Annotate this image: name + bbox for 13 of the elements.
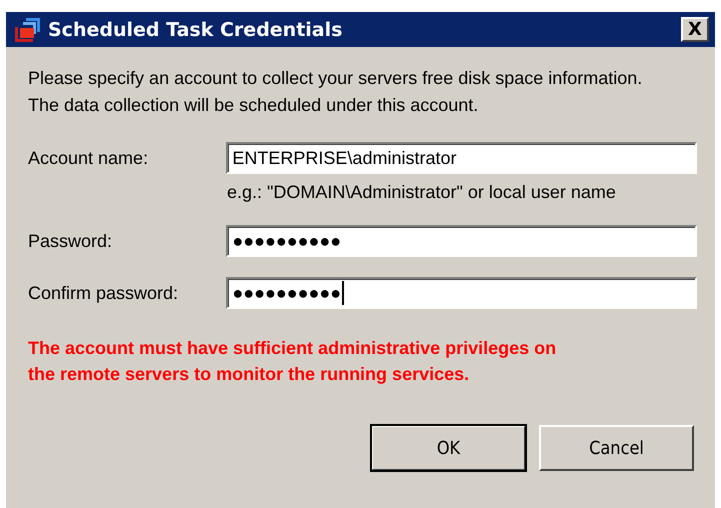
- input-field[interactable]: ●●●●●●●●●●: [226, 277, 697, 309]
- hint-text: e.g.: "DOMAIN\Administrator" or local user name: [227, 182, 617, 203]
- field-label: Password:: [28, 230, 114, 252]
- field-label: Confirm password:: [28, 282, 180, 304]
- cancel-button[interactable]: Cancel: [539, 425, 694, 471]
- ok-button[interactable]: OK: [371, 425, 526, 471]
- intro-text: Please specify an account to collect your servers free disk space information. The data collection will be scheduled under this account.: [28, 67, 644, 116]
- input-field[interactable]: ENTERPRISE\administrator: [226, 142, 697, 174]
- warning-text: The account must have sufficient administrative privileges on the remote servers to monitor the running services.: [28, 337, 558, 386]
- input-field[interactable]: ●●●●●●●●●●: [226, 225, 697, 257]
- close-button[interactable]: X: [681, 17, 709, 42]
- window-title: Scheduled Task Credentials: [48, 18, 344, 40]
- field-label: Account name:: [28, 148, 150, 168]
